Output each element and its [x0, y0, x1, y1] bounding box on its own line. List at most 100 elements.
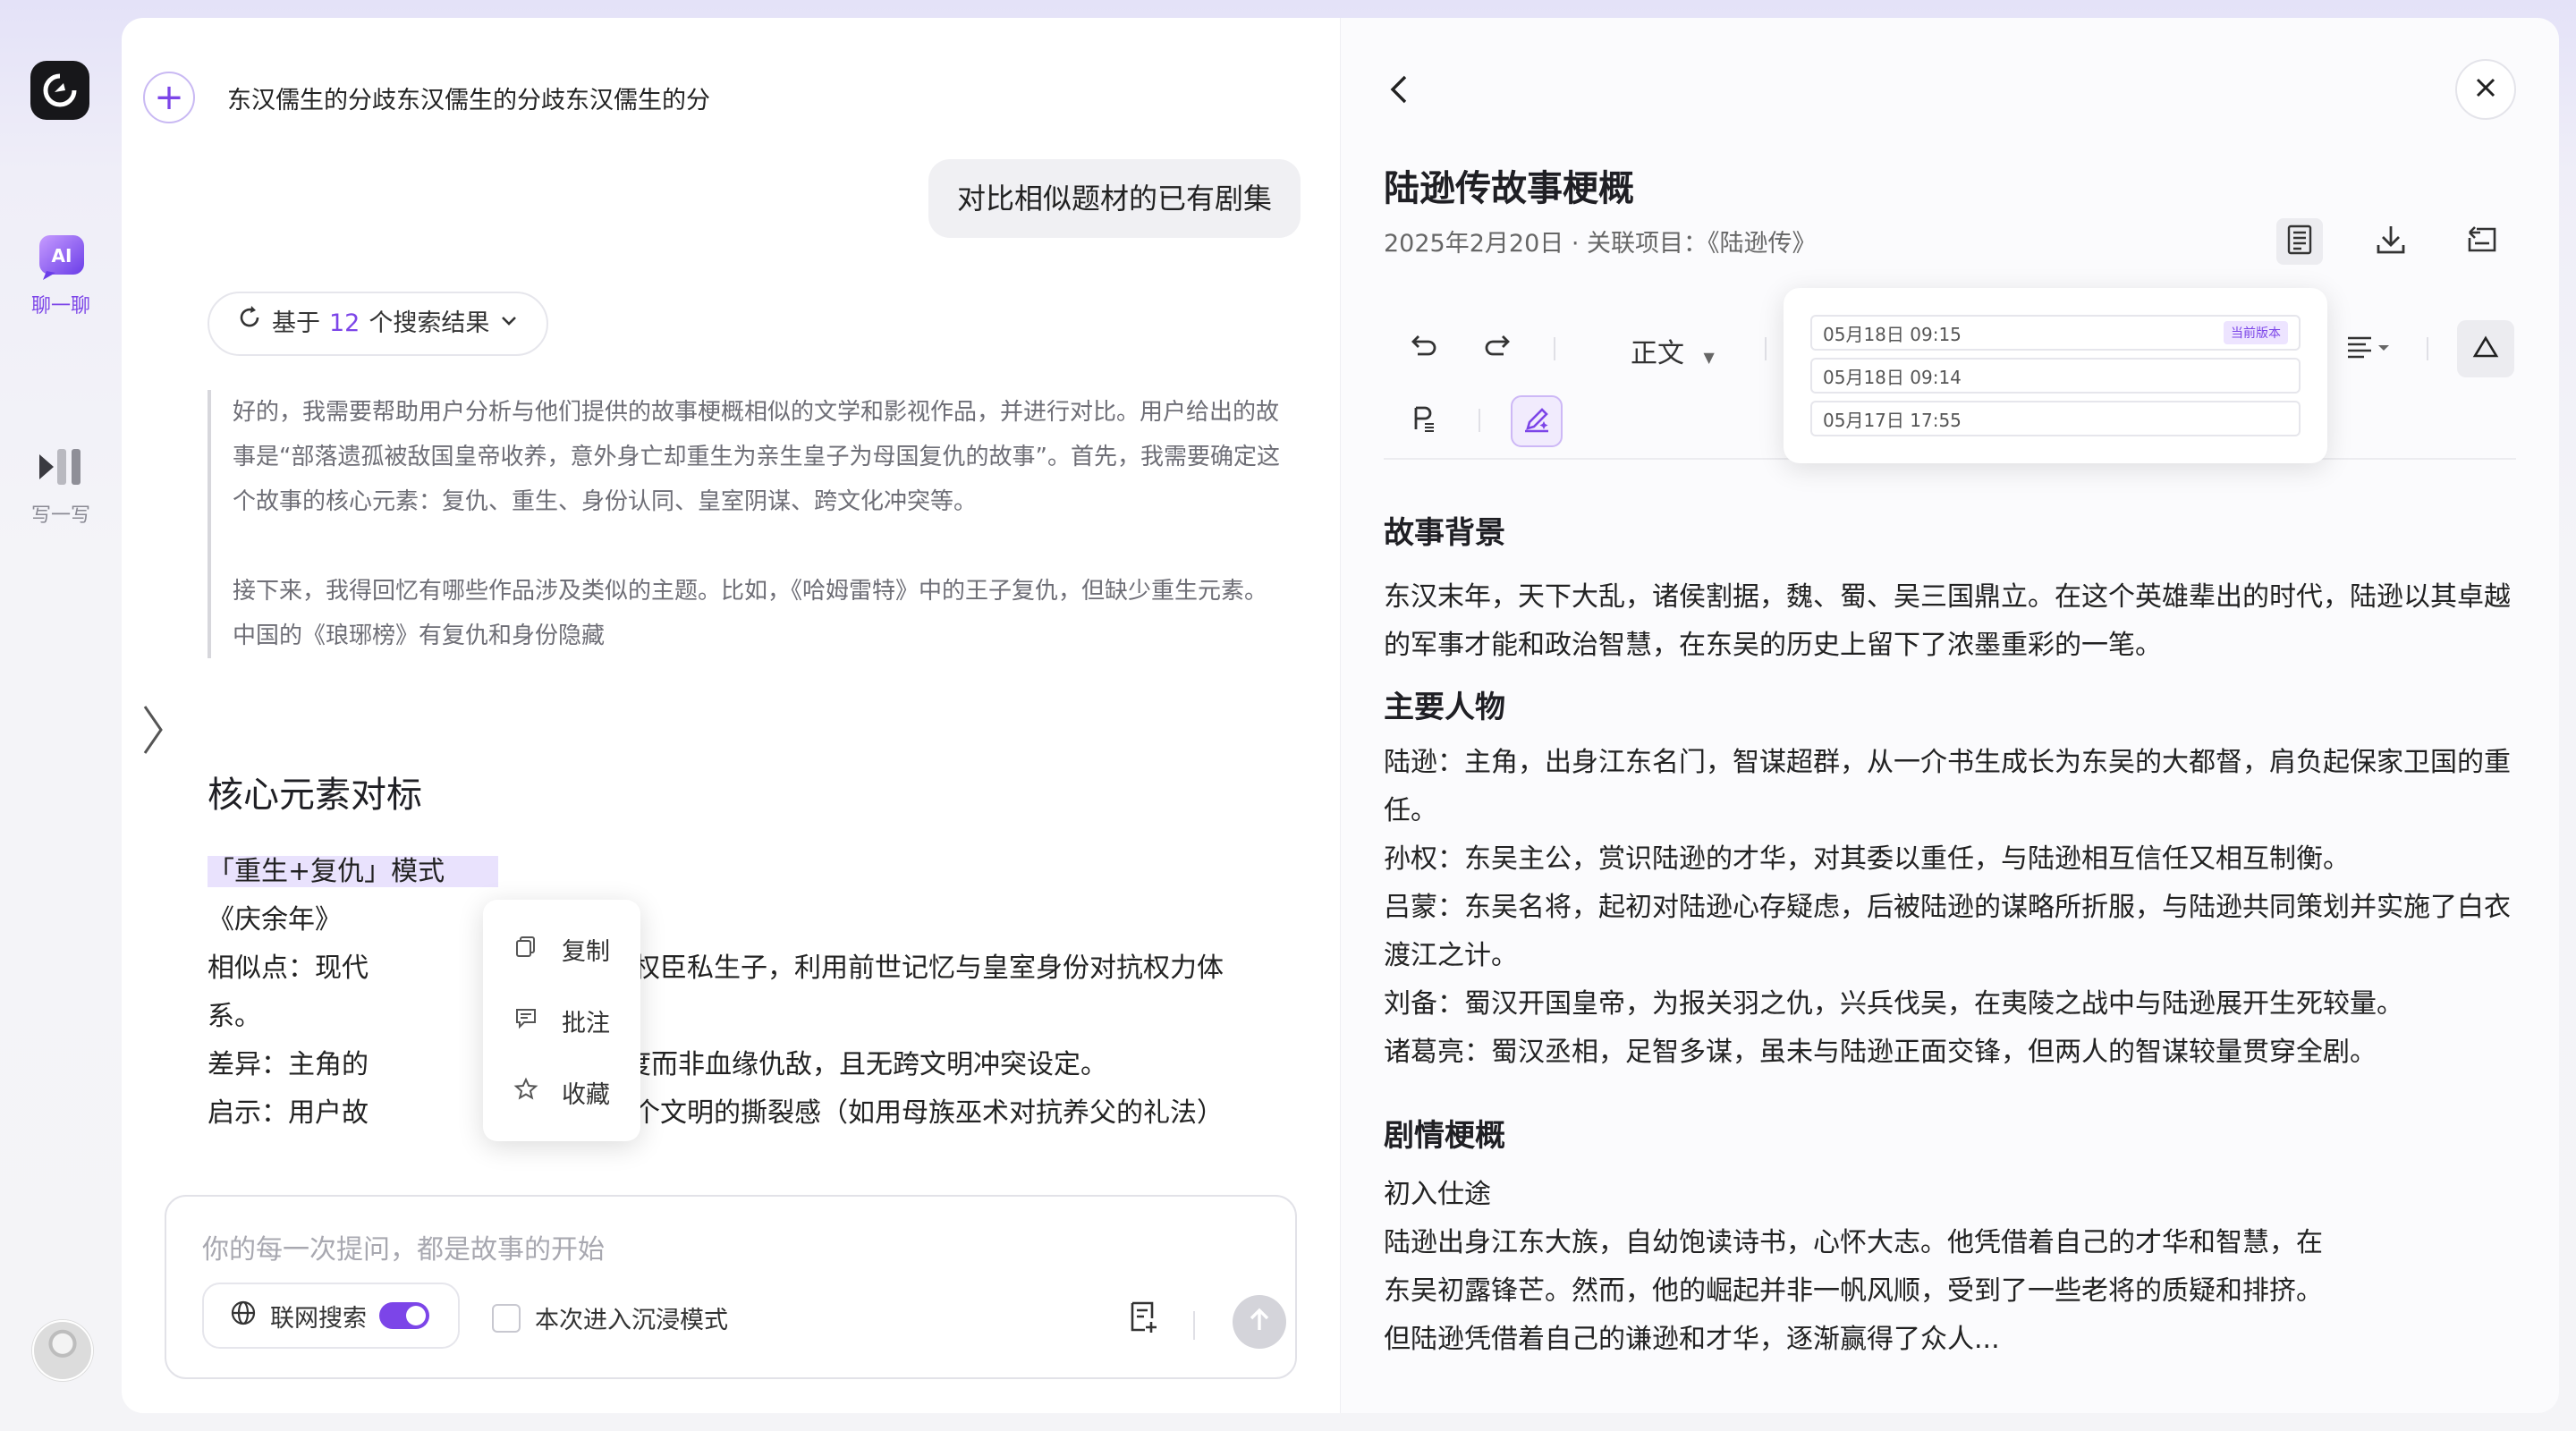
- doc-paragraph: 陆逊：主角，出身江东名门，智谋超群，从一介书生成长为东吴的大都督，肩负起保家卫国…: [1384, 747, 2511, 826]
- plus-icon: +: [154, 77, 184, 118]
- align-icon: [2344, 331, 2398, 367]
- immersive-checkbox[interactable]: [492, 1303, 521, 1333]
- nav-chat-label: 聊一聊: [30, 295, 90, 318]
- close-icon: [2473, 75, 2498, 104]
- send-arrow-icon: [1246, 1307, 1273, 1337]
- toolbar-toggle-button[interactable]: [2457, 320, 2514, 377]
- redo-button[interactable]: [1473, 324, 1523, 374]
- doc-paragraph: 陆逊出身江东大族，自幼饱读诗书，心怀大志。他凭借着自己的才华和智慧，在: [1384, 1227, 2323, 1258]
- new-chat-button[interactable]: +: [143, 72, 195, 123]
- undo-button[interactable]: [1398, 324, 1448, 374]
- comment-label: 批注: [562, 1009, 610, 1037]
- svg-text:AI: AI: [52, 245, 72, 267]
- doc-title: 陆逊传故事梗概: [1384, 168, 1634, 209]
- write-icon: [32, 440, 89, 494]
- document-panel: 陆逊传故事梗概 2025年2月20日 · 关联项目：《陆逊传》 正文 ▼ 故事背…: [1340, 18, 2559, 1413]
- nav-chat[interactable]: AI 聊一聊: [0, 231, 122, 318]
- copy-menu-item[interactable]: 复制: [483, 913, 640, 985]
- answer-line: 系。: [208, 1001, 261, 1032]
- undo-icon: [1407, 331, 1439, 367]
- web-search-label: 联网搜索: [270, 1304, 367, 1333]
- doc-heading: 主要人物: [1384, 690, 1505, 725]
- star-icon: [513, 1077, 538, 1108]
- favorite-label: 收藏: [562, 1080, 610, 1109]
- nav-write[interactable]: 写一写: [0, 440, 122, 528]
- outline-button[interactable]: [2276, 218, 2323, 265]
- close-button[interactable]: [2455, 59, 2516, 120]
- favorite-menu-item[interactable]: 收藏: [483, 1056, 640, 1128]
- user-message: 对比相似题材的已有剧集: [928, 159, 1301, 238]
- doc-paragraph: 诸葛亮：蜀汉丞相，足智多谋，虽未与陆逊正面交锋，但两人的智谋较量贯穿全剧。: [1384, 1037, 2377, 1068]
- doc-add-icon[interactable]: [1125, 1299, 1161, 1338]
- globe-icon: [229, 1299, 258, 1334]
- section-heading: 核心元素对标: [208, 775, 422, 816]
- triangle-icon: [2471, 333, 2500, 365]
- document-body[interactable]: 故事背景 东汉末年，天下大乱，诸侯割据，魏、蜀、吴三国鼎立。在这个英雄辈出的时代…: [1384, 508, 2516, 1364]
- thinking-block: 好的，我需要帮助用户分析与他们提供的故事梗概相似的文学和影视作品，并进行对比。用…: [208, 390, 1288, 658]
- version-history-popover: 05月18日 09:15 当前版本 05月18日 09:14 05月17日 17…: [1784, 288, 2327, 463]
- search-prefix: 基于: [272, 309, 320, 337]
- download-icon: [2373, 222, 2409, 261]
- version-item[interactable]: 05月18日 09:15 当前版本: [1810, 315, 2301, 351]
- answer-line: 相似点：现代: [208, 953, 369, 984]
- version-time: 05月18日 09:14: [1823, 366, 1962, 388]
- paragraph-style-value: 正文: [1631, 338, 1684, 369]
- doc-paragraph: 初入仕途: [1384, 1179, 1491, 1210]
- search-count: 12: [329, 309, 360, 337]
- web-search-switch[interactable]: [379, 1302, 429, 1329]
- chevron-down-icon: ▼: [1703, 349, 1715, 366]
- chevron-down-icon: [498, 293, 520, 354]
- chat-panel: + 东汉儒生的分歧东汉儒生的分歧东汉儒生的分 对比相似题材的已有剧集 基于 12…: [122, 18, 1340, 1413]
- web-search-toggle[interactable]: 联网搜索: [202, 1283, 460, 1349]
- nav-write-label: 写一写: [30, 504, 90, 527]
- export-button[interactable]: [2459, 218, 2505, 265]
- copy-label: 复制: [562, 937, 610, 966]
- context-menu: 复制 批注 收藏: [483, 900, 640, 1141]
- answer-line: 启示：用户故: [208, 1097, 369, 1129]
- send-button[interactable]: [1233, 1295, 1286, 1349]
- comment-menu-item[interactable]: 批注: [483, 985, 640, 1056]
- app-logo-icon[interactable]: [30, 61, 89, 120]
- doc-paragraph: 吕蒙：东吴名将，起初对陆逊心存疑虑，后被陆逊的谋略所折服，与陆逊共同策划并实施了…: [1384, 892, 2511, 971]
- answer-body: 「重生+复仇」模式 《庆余年》) 相似点：现代主为庆国权臣私生子，利用前世记忆与…: [208, 848, 1281, 1138]
- ai-write-button[interactable]: [1511, 395, 1563, 447]
- avatar[interactable]: [32, 1320, 93, 1381]
- format-painter-icon: [1407, 402, 1439, 438]
- selected-text[interactable]: 「重生+复仇」模式: [208, 856, 499, 887]
- outline-icon: [2282, 222, 2318, 261]
- composer: 你的每一次提问，都是故事的开始 联网搜索 本次进入沉浸模式: [165, 1195, 1297, 1379]
- back-icon[interactable]: [1385, 73, 1412, 109]
- answer-line: 差异：主角的: [208, 1049, 369, 1080]
- doc-paragraph: 孙权：东吴主公，赏识陆逊的才华，对其委以重任，与陆逊相互信任又相互制衡。: [1384, 843, 2350, 875]
- version-time: 05月17日 17:55: [1823, 409, 1962, 431]
- immersive-mode[interactable]: 本次进入沉浸模式: [492, 1300, 728, 1335]
- doc-meta: 2025年2月20日 · 关联项目：《陆逊传》: [1384, 230, 1817, 258]
- paragraph-style-select[interactable]: 正文 ▼: [1631, 331, 1715, 370]
- download-button[interactable]: [2368, 218, 2414, 265]
- version-item[interactable]: 05月17日 17:55: [1810, 401, 2301, 436]
- current-version-badge: 当前版本: [2224, 321, 2288, 344]
- version-time: 05月18日 09:15: [1823, 323, 1962, 345]
- thinking-paragraph: 接下来，我得回忆有哪些作品涉及类似的主题。比如，《哈姆雷特》中的王子复仇，但缺少…: [233, 578, 1268, 649]
- comment-icon: [513, 1005, 538, 1037]
- doc-paragraph: 东汉末年，天下大乱，诸侯割据，魏、蜀、吴三国鼎立。在这个英雄辈出的时代，陆逊以其…: [1384, 581, 2511, 661]
- chat-ai-icon: AI: [32, 231, 89, 284]
- format-painter-button[interactable]: [1398, 395, 1448, 445]
- align-button[interactable]: [2335, 324, 2407, 374]
- redo-icon: [1482, 331, 1514, 367]
- version-item[interactable]: 05月18日 09:14: [1810, 358, 2301, 394]
- search-results-toggle[interactable]: 基于 12 个搜索结果: [208, 292, 549, 356]
- immersive-label: 本次进入沉浸模式: [535, 1307, 728, 1334]
- search-suffix: 个搜索结果: [369, 309, 490, 337]
- left-rail: AI 聊一聊 写一写: [0, 0, 122, 1431]
- chat-title: 东汉儒生的分歧东汉儒生的分歧东汉儒生的分: [227, 87, 710, 114]
- doc-paragraph: 东吴初露锋芒。然而，他的崛起并非一帆风顺，受到了一些老将的质疑和排挤。: [1384, 1275, 2323, 1307]
- doc-actions: [2276, 218, 2505, 265]
- doc-paragraph: 但陆逊凭借着自己的谦逊和才华，逐渐赢得了众人...: [1384, 1324, 2000, 1355]
- export-icon: [2464, 222, 2500, 261]
- copy-icon: [513, 934, 538, 965]
- prompt-input[interactable]: 你的每一次提问，都是故事的开始: [202, 1227, 605, 1266]
- doc-heading: 剧情梗概: [1384, 1118, 1505, 1154]
- collapse-arrow-icon[interactable]: [140, 703, 166, 766]
- thinking-paragraph: 好的，我需要帮助用户分析与他们提供的故事梗概相似的文学和影视作品，并进行对比。用…: [233, 399, 1280, 515]
